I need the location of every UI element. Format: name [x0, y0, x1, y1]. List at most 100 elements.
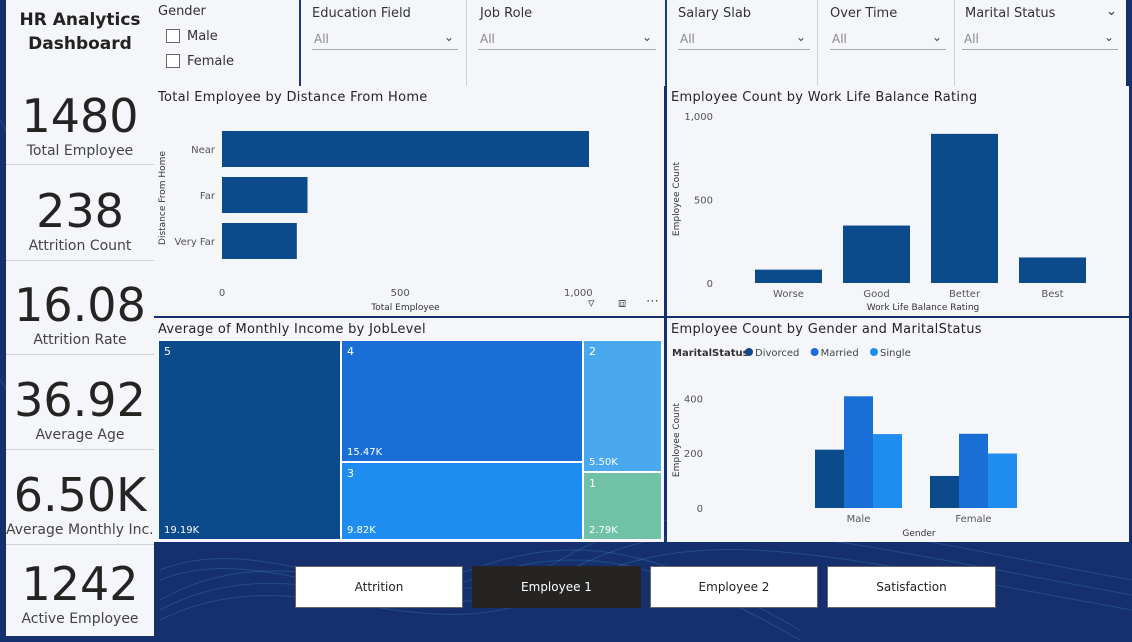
treemap-value: 5.50K	[589, 457, 618, 468]
wlb-chart-card: Employee Count by Work Life Balance Rati…	[667, 86, 1129, 316]
gender-marital-bar	[988, 453, 1017, 508]
kpi-attrition-count: 238 Attrition Count	[6, 185, 154, 255]
treemap-card: Average of Monthly Income by JobLevel 5 1…	[154, 318, 664, 542]
treemap-label: 1	[589, 477, 596, 490]
x-tick-label: Female	[955, 514, 991, 525]
kpi-value: 36.92	[14, 373, 146, 427]
slicer-separator	[954, 0, 955, 86]
treemap-value: 19.19K	[164, 525, 200, 536]
nav-employee-1-button[interactable]: Employee 1	[472, 566, 641, 608]
y-tick-label: 1,000	[684, 112, 713, 123]
kpi-total-employee: 1480 Total Employee	[6, 90, 154, 160]
kpi-value: 1480	[21, 89, 139, 143]
gender-male-label[interactable]: Male	[187, 29, 218, 44]
gender-female-label[interactable]: Female	[187, 54, 234, 69]
marital-status-dropdown[interactable]: All ⌄	[962, 28, 1118, 50]
nav-employee-2-button[interactable]: Employee 2	[650, 566, 818, 608]
chevron-down-icon: ⌄	[443, 30, 454, 44]
filter-icon[interactable]: ▿	[588, 296, 595, 311]
dropdown-value: All	[480, 32, 495, 46]
treemap-cell[interactable]: 5 19.19K	[158, 340, 341, 540]
distance-chart-card: Total Employee by Distance From Home Nea…	[154, 86, 664, 316]
dropdown-value: All	[964, 32, 979, 46]
chart-title: Average of Monthly Income by JobLevel	[158, 322, 426, 337]
treemap-label: 5	[164, 345, 171, 358]
kpi-average-age: 36.92 Average Age	[6, 374, 154, 444]
chevron-down-icon[interactable]: ⌄	[1106, 4, 1117, 19]
marital-status-label: Marital Status	[965, 6, 1056, 21]
kpi-value: 6.50K	[13, 468, 147, 522]
legend-marker	[810, 348, 819, 356]
y-tick-label: Very Far	[175, 237, 216, 248]
title-line-2: Dashboard	[28, 34, 132, 54]
treemap-cell[interactable]: 2 5.50K	[583, 340, 662, 472]
y-tick-label: 200	[684, 449, 703, 460]
wlb-bar-chart: 0 500 1,000 Worse Good Better Best Work Life Ba…	[672, 112, 1086, 313]
slicer-separator	[466, 0, 467, 86]
wlb-bar	[755, 269, 822, 283]
wlb-bar	[931, 133, 998, 283]
more-options-icon[interactable]: ⋯	[646, 294, 659, 309]
job-role-dropdown[interactable]: All ⌄	[478, 28, 656, 50]
y-tick-label: 500	[694, 196, 713, 207]
gender-marital-bar	[873, 434, 902, 508]
gender-marital-bar	[959, 433, 988, 508]
chevron-down-icon: ⌄	[641, 30, 652, 44]
title-line-1: HR Analytics	[19, 10, 141, 30]
x-tick-label: Good	[863, 289, 889, 300]
job-role-label: Job Role	[480, 6, 533, 21]
y-tick-label: Near	[191, 145, 216, 156]
legend-marker	[745, 348, 753, 356]
treemap-cell[interactable]: 4 15.47K	[341, 340, 583, 462]
gender-marital-card: Employee Count by Gender and MaritalStat…	[667, 318, 1129, 542]
salary-slab-dropdown[interactable]: All ⌄	[678, 28, 810, 50]
x-axis-title: Gender	[902, 529, 935, 539]
gender-marital-bar	[930, 475, 959, 508]
distance-bar	[222, 177, 308, 213]
kpi-label: Attrition Count	[28, 238, 132, 254]
legend-label: Divorced	[755, 348, 799, 359]
kpi-divider	[6, 260, 154, 261]
gender-marital-bar	[815, 449, 844, 508]
x-tick-label: Worse	[773, 289, 804, 300]
slicer-separator	[665, 0, 667, 86]
kpi-label: Total Employee	[26, 143, 134, 159]
slicer-separator	[817, 0, 818, 86]
kpi-value: 16.08	[14, 278, 146, 332]
distance-bar	[222, 131, 589, 167]
chevron-down-icon: ⌄	[931, 30, 942, 44]
y-tick-label: 0	[707, 279, 713, 290]
x-axis-title: Work Life Balance Rating	[867, 303, 980, 313]
legend-label: Single	[880, 348, 911, 359]
slicer-bar: Gender Male Female Education Field All ⌄…	[154, 0, 1126, 86]
education-field-dropdown[interactable]: All ⌄	[312, 28, 458, 50]
slicer-separator	[299, 0, 301, 86]
treemap-label: 2	[589, 345, 596, 358]
kpi-average-monthly-income: 6.50K Average Monthly Inc...	[6, 469, 154, 539]
y-tick-label: 0	[697, 504, 703, 515]
kpi-label: Attrition Rate	[33, 332, 127, 348]
kpi-divider	[6, 164, 154, 165]
over-time-label: Over Time	[830, 6, 898, 21]
salary-slab-label: Salary Slab	[678, 6, 752, 21]
y-tick-label: Far	[200, 191, 216, 202]
kpi-label: Average Monthly Inc...	[6, 522, 154, 538]
over-time-dropdown[interactable]: All ⌄	[830, 28, 946, 50]
treemap-cell[interactable]: 3 9.82K	[341, 462, 583, 540]
nav-attrition-button[interactable]: Attrition	[295, 566, 463, 608]
gender-male-checkbox[interactable]	[166, 29, 180, 43]
nav-satisfaction-button[interactable]: Satisfaction	[827, 566, 996, 608]
gender-slicer-label: Gender	[158, 4, 206, 19]
dropdown-value: All	[314, 32, 329, 46]
kpi-value: 1242	[21, 557, 139, 611]
kpi-label: Active Employee	[21, 611, 139, 627]
chevron-down-icon: ⌄	[1103, 30, 1114, 44]
kpi-label: Average Age	[35, 427, 125, 443]
treemap-cell[interactable]: 1 2.79K	[583, 472, 662, 540]
gender-female-checkbox[interactable]	[166, 54, 180, 68]
x-tick-label: 0	[219, 288, 225, 299]
x-tick-label: 500	[391, 288, 410, 299]
kpi-divider	[6, 544, 154, 545]
focus-mode-icon[interactable]: ⧈	[618, 296, 626, 311]
income-treemap: 5 19.19K 4 15.47K 3 9.82K 2 5.50K 1 2.79K	[158, 340, 662, 540]
